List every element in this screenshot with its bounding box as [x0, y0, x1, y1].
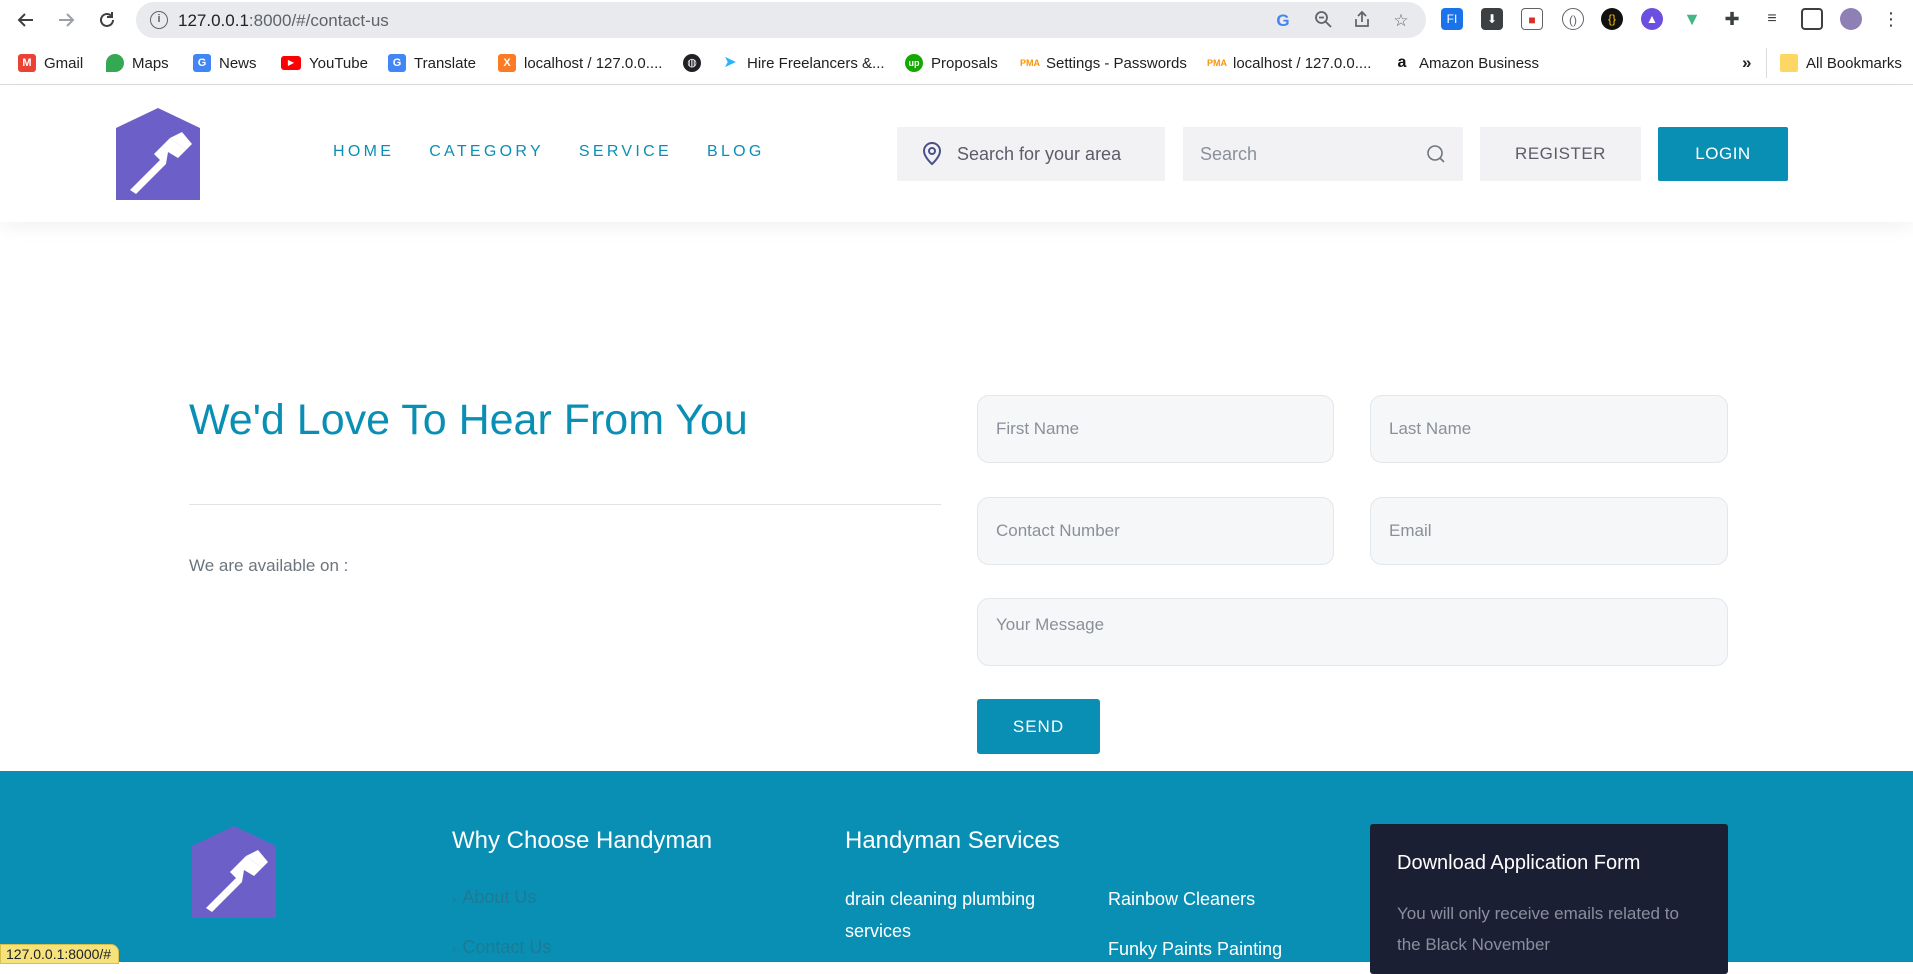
status-bar-url: 127.0.0.1:8000/# — [0, 944, 120, 964]
footer-service-drain-cleaning[interactable]: drain cleaning plumbing services — [845, 883, 1075, 947]
nav-home[interactable]: HOME — [333, 143, 394, 161]
keyword-search-input[interactable]: Search — [1183, 127, 1463, 181]
site-footer: Why Choose Handyman › About Us › Contact U… — [0, 771, 1913, 974]
send-button[interactable]: SEND — [977, 699, 1100, 754]
zoom-icon[interactable] — [1312, 10, 1334, 32]
main-nav: HOME CATEGORY SERVICE BLOG — [333, 143, 765, 161]
extension-translate-icon[interactable]: FI — [1441, 8, 1463, 30]
bookmark-news[interactable]: G News — [193, 52, 257, 74]
bookmark-gmail[interactable]: M Gmail — [18, 52, 83, 74]
extensions-puzzle-icon[interactable]: ✚ — [1721, 8, 1743, 30]
maps-icon — [106, 54, 124, 72]
contact-number-field[interactable]: Contact Number — [977, 497, 1334, 565]
back-arrow-icon[interactable] — [12, 6, 40, 34]
footer-logo[interactable] — [192, 826, 276, 918]
youtube-icon: ▶ — [281, 56, 301, 70]
section-divider — [189, 504, 941, 505]
extension-vpn-icon[interactable]: ▲ — [1641, 8, 1663, 30]
site-header: HOME CATEGORY SERVICE BLOG Search for yo… — [0, 86, 1913, 222]
chevron-right-icon: › — [452, 941, 457, 956]
media-queue-icon[interactable]: ≡ — [1761, 8, 1783, 30]
reload-icon[interactable] — [93, 6, 121, 34]
services-heading: Handyman Services — [845, 827, 1060, 854]
message-field[interactable]: Your Message — [977, 598, 1728, 666]
contact-title: We'd Love To Hear From You — [189, 396, 748, 444]
bookmarks-overflow-button[interactable]: » — [1742, 52, 1751, 74]
handyman-logo[interactable] — [116, 108, 200, 200]
area-search-input[interactable]: Search for your area — [897, 127, 1165, 181]
bookmark-star-icon[interactable]: ☆ — [1390, 10, 1412, 32]
bookmark-settings-passwords[interactable]: PMA Settings - Passwords — [1020, 52, 1187, 74]
site-info-icon[interactable]: i — [150, 11, 168, 29]
freelancer-icon: ➤ — [721, 54, 739, 72]
bookmark-proposals[interactable]: up Proposals — [905, 52, 998, 74]
footer-service-funky-paints[interactable]: Funky Paints Painting — [1108, 933, 1282, 965]
phpmyadmin-icon: PMA — [1207, 54, 1227, 72]
extension-brackets-icon[interactable]: () — [1562, 8, 1584, 30]
phpmyadmin-icon: PMA — [1020, 54, 1040, 72]
why-choose-heading: Why Choose Handyman — [452, 827, 713, 854]
area-search-placeholder: Search for your area — [957, 143, 1122, 164]
all-bookmarks-button[interactable]: All Bookmarks — [1780, 52, 1902, 74]
footer-link-contact[interactable]: › Contact Us — [452, 937, 551, 958]
email-placeholder: Email — [1389, 521, 1432, 540]
browser-toolbar: i 127.0.0.1:8000/#/contact-us G ☆ FI ⬇ ■… — [0, 0, 1913, 40]
bookmark-maps[interactable]: Maps — [106, 52, 169, 74]
extension-vue-icon[interactable]: ▼ — [1681, 8, 1703, 30]
download-form-card: Download Application Form You will only … — [1370, 824, 1728, 974]
contact-number-placeholder: Contact Number — [996, 521, 1120, 540]
gmail-icon: M — [18, 54, 36, 72]
location-pin-icon — [922, 142, 942, 166]
bookmark-localhost-1[interactable]: Xlocalhost / 127.0.0.... — [498, 52, 662, 74]
footer-service-rainbow-cleaners[interactable]: Rainbow Cleaners — [1108, 883, 1255, 915]
share-icon[interactable] — [1351, 10, 1373, 32]
extension-record-icon[interactable]: ■ — [1521, 8, 1543, 30]
bookmark-amazon-business[interactable]: a Amazon Business — [1393, 52, 1539, 74]
amazon-icon: a — [1393, 54, 1411, 72]
folder-icon — [1780, 54, 1798, 72]
upwork-icon: up — [905, 54, 923, 72]
download-form-description: You will only receive emails related to … — [1397, 904, 1679, 954]
address-bar[interactable]: i 127.0.0.1:8000/#/contact-us G ☆ — [136, 2, 1426, 38]
availability-text: We are available on : — [189, 556, 349, 575]
first-name-placeholder: First Name — [996, 419, 1080, 438]
extension-json-icon[interactable]: {} — [1601, 8, 1623, 30]
message-placeholder: Your Message — [996, 615, 1105, 634]
google-icon[interactable]: G — [1272, 10, 1294, 32]
last-name-field[interactable]: Last Name — [1370, 395, 1728, 463]
extension-download-icon[interactable]: ⬇ — [1481, 8, 1503, 30]
globe-icon: ◍ — [683, 54, 701, 72]
news-icon: G — [193, 54, 211, 72]
chevron-right-icon: › — [452, 891, 457, 906]
translate-icon: G — [388, 54, 406, 72]
nav-service[interactable]: SERVICE — [579, 143, 672, 161]
forward-arrow-icon[interactable] — [52, 6, 80, 34]
login-button[interactable]: LOGIN — [1658, 127, 1788, 181]
bookmark-translate[interactable]: G Translate — [388, 52, 476, 74]
bookmarks-divider — [1766, 48, 1767, 78]
bookmark-globe[interactable]: ◍ — [683, 52, 709, 74]
last-name-placeholder: Last Name — [1389, 419, 1472, 438]
email-field[interactable]: Email — [1370, 497, 1728, 565]
url-text: 127.0.0.1:8000/#/contact-us — [178, 11, 389, 30]
register-button[interactable]: REGISTER — [1480, 127, 1641, 181]
xampp-icon: X — [498, 54, 516, 72]
side-panel-icon[interactable] — [1801, 8, 1823, 30]
nav-category[interactable]: CATEGORY — [429, 143, 544, 161]
footer-link-about[interactable]: › About Us — [452, 887, 536, 908]
profile-avatar[interactable] — [1840, 8, 1862, 30]
bookmarks-bar: M Gmail Maps G News ▶ YouTube G Translate Xl… — [0, 40, 1913, 85]
bookmark-localhost-2[interactable]: PMA localhost / 127.0.0.... — [1207, 52, 1371, 74]
bookmark-youtube[interactable]: ▶ YouTube — [281, 52, 368, 74]
bookmark-freelancer[interactable]: ➤ Hire Freelancers &... — [721, 52, 885, 74]
browser-menu-icon[interactable]: ⋮ — [1880, 8, 1902, 30]
download-form-title: Download Application Form — [1397, 852, 1641, 874]
keyword-search-placeholder: Search — [1200, 143, 1258, 164]
first-name-field[interactable]: First Name — [977, 395, 1334, 463]
nav-blog[interactable]: BLOG — [707, 143, 765, 161]
search-icon[interactable] — [1426, 144, 1446, 164]
